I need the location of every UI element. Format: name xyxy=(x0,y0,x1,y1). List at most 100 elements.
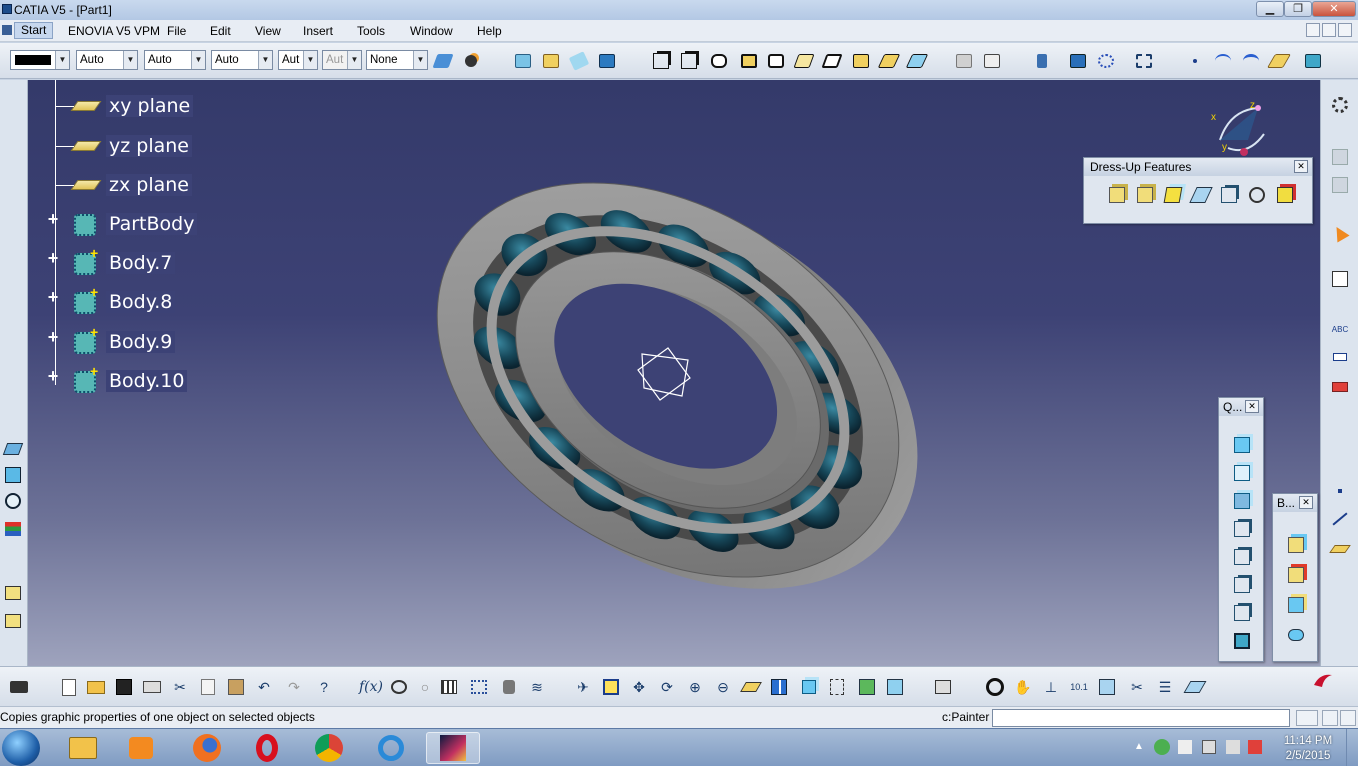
close-icon[interactable]: ✕ xyxy=(1299,496,1313,509)
network-icon[interactable] xyxy=(1202,740,1216,754)
firefox-icon[interactable] xyxy=(180,732,234,764)
plane-icon[interactable] xyxy=(1329,538,1351,560)
tree-item-body-9[interactable]: + Body.9 xyxy=(72,324,176,357)
spline-icon[interactable] xyxy=(1212,50,1234,72)
grid-icon[interactable] xyxy=(953,50,975,72)
swap-visible-space-icon[interactable] xyxy=(884,676,906,698)
point-icon[interactable] xyxy=(1329,480,1351,502)
menu-enovia[interactable]: ENOVIA V5 VPM xyxy=(68,24,160,38)
fillet-icon[interactable] xyxy=(1104,182,1130,208)
point-type-combo[interactable]: Aut ▼ xyxy=(278,50,318,70)
pocket-icon[interactable] xyxy=(678,50,700,72)
sketcher-icon[interactable] xyxy=(2,438,24,460)
zoom-out-icon[interactable]: ⊖ xyxy=(712,676,734,698)
compass-icon[interactable] xyxy=(1208,100,1278,162)
fit-all-in-icon[interactable] xyxy=(1133,50,1155,72)
units-icon[interactable]: 10.1 xyxy=(1068,676,1090,698)
line-icon[interactable] xyxy=(1329,508,1351,530)
shell-icon[interactable] xyxy=(1188,182,1214,208)
surface-icon[interactable] xyxy=(540,50,562,72)
left-view-icon[interactable] xyxy=(1229,516,1255,542)
layer-combo[interactable]: None ▼ xyxy=(366,50,428,70)
expand-icon[interactable]: + xyxy=(46,328,60,346)
knowledge-advisor-icon[interactable] xyxy=(388,676,410,698)
remove-icon[interactable] xyxy=(1283,592,1309,618)
close-icon[interactable]: ✕ xyxy=(1294,160,1308,173)
draft-icon[interactable] xyxy=(1160,182,1186,208)
zoom-in-icon[interactable]: ⊕ xyxy=(684,676,706,698)
fit-all-icon[interactable] xyxy=(600,676,622,698)
render-icon[interactable] xyxy=(932,676,954,698)
work-support-icon[interactable] xyxy=(981,50,1003,72)
point-icon[interactable] xyxy=(1184,50,1206,72)
start-button[interactable] xyxy=(2,730,40,766)
catia-icon[interactable] xyxy=(426,732,480,764)
stiffener-icon[interactable] xyxy=(850,50,872,72)
tree-item-body-8[interactable]: + Body.8 xyxy=(72,284,176,317)
hide-show-icon[interactable] xyxy=(856,676,878,698)
media-player-icon[interactable] xyxy=(114,732,168,764)
sketch-icon[interactable] xyxy=(1329,268,1351,290)
normal-view-icon[interactable] xyxy=(740,676,762,698)
menu-edit[interactable]: Edit xyxy=(210,24,231,38)
clock[interactable]: 11:14 PM 2/5/2015 xyxy=(1268,734,1348,764)
undo-icon[interactable]: ↶ xyxy=(253,676,275,698)
text-annotation-icon[interactable]: ABC xyxy=(1329,318,1351,340)
view-mode-icon[interactable] xyxy=(826,676,848,698)
pan-icon[interactable]: ✥ xyxy=(628,676,650,698)
sketch-based-icon[interactable] xyxy=(512,50,534,72)
flag-note-icon[interactable] xyxy=(1329,346,1351,368)
copy-icon[interactable] xyxy=(197,676,219,698)
power-icon[interactable] xyxy=(1248,740,1262,754)
minimize-button[interactable]: ▁ xyxy=(1256,1,1284,17)
show-hidden-icons[interactable]: ▲ xyxy=(1134,741,1144,752)
transparency-combo[interactable]: Auto ▼ xyxy=(76,50,138,70)
layers-icon[interactable] xyxy=(2,518,24,540)
list-icon[interactable]: ☰ xyxy=(1154,676,1176,698)
opera-icon[interactable] xyxy=(240,732,294,764)
print-icon[interactable] xyxy=(141,676,163,698)
rotate-icon[interactable]: ⟳ xyxy=(656,676,678,698)
iso-view-icon[interactable] xyxy=(798,676,820,698)
tree-item-xy-plane[interactable]: xy plane xyxy=(70,91,194,121)
explorer-icon[interactable] xyxy=(56,732,110,764)
tree-item-partbody[interactable]: PartBody xyxy=(72,209,198,239)
open-icon[interactable] xyxy=(85,676,107,698)
book-icon[interactable] xyxy=(596,50,618,72)
internet-explorer-icon[interactable] xyxy=(364,732,418,764)
analysis-icon[interactable] xyxy=(1067,50,1089,72)
doc-close-button[interactable] xyxy=(1338,23,1352,37)
toolbar-title[interactable]: B... ✕ xyxy=(1273,494,1317,512)
plane-tool-icon[interactable] xyxy=(1266,50,1292,72)
fly-mode-icon[interactable]: ✈ xyxy=(572,676,594,698)
arc-icon[interactable] xyxy=(1240,50,1262,72)
table-icon[interactable] xyxy=(438,676,460,698)
close-button[interactable]: ✕ xyxy=(1312,1,1356,17)
part-design-icon[interactable] xyxy=(1302,50,1324,72)
removed-multi-sections-icon[interactable] xyxy=(905,50,929,72)
cut-icon[interactable]: ✂ xyxy=(169,676,191,698)
menu-insert[interactable]: Insert xyxy=(303,24,333,38)
document-icon[interactable] xyxy=(2,25,12,35)
menu-window[interactable]: Window xyxy=(410,24,453,38)
multi-view-icon[interactable] xyxy=(768,676,790,698)
chrome-icon[interactable] xyxy=(302,732,356,764)
menu-start[interactable]: Start xyxy=(14,22,54,39)
toolbar-title[interactable]: Dress-Up Features ✕ xyxy=(1084,158,1312,176)
doc-minimize-button[interactable] xyxy=(1306,23,1320,37)
line-thickness-combo[interactable]: Auto ▼ xyxy=(144,50,206,70)
named-views-icon[interactable] xyxy=(1229,628,1255,654)
color-combo[interactable]: ▼ xyxy=(10,50,70,70)
toolbar-title[interactable]: Q... ✕ xyxy=(1219,398,1263,416)
volume-icon[interactable] xyxy=(1226,740,1240,754)
restore-button[interactable]: ❐ xyxy=(1284,1,1312,17)
new-icon[interactable] xyxy=(58,676,80,698)
tree-item-body-7[interactable]: + Body.7 xyxy=(72,245,176,278)
thread-icon[interactable] xyxy=(1244,182,1270,208)
flag-icon[interactable] xyxy=(1178,740,1192,754)
groove-icon[interactable] xyxy=(738,50,760,72)
doc-restore-button[interactable] xyxy=(1322,23,1336,37)
hole-icon[interactable] xyxy=(765,50,787,72)
tree-item-body-10[interactable]: + Body.10 xyxy=(72,363,188,396)
bottom-view-icon[interactable] xyxy=(1229,600,1255,626)
